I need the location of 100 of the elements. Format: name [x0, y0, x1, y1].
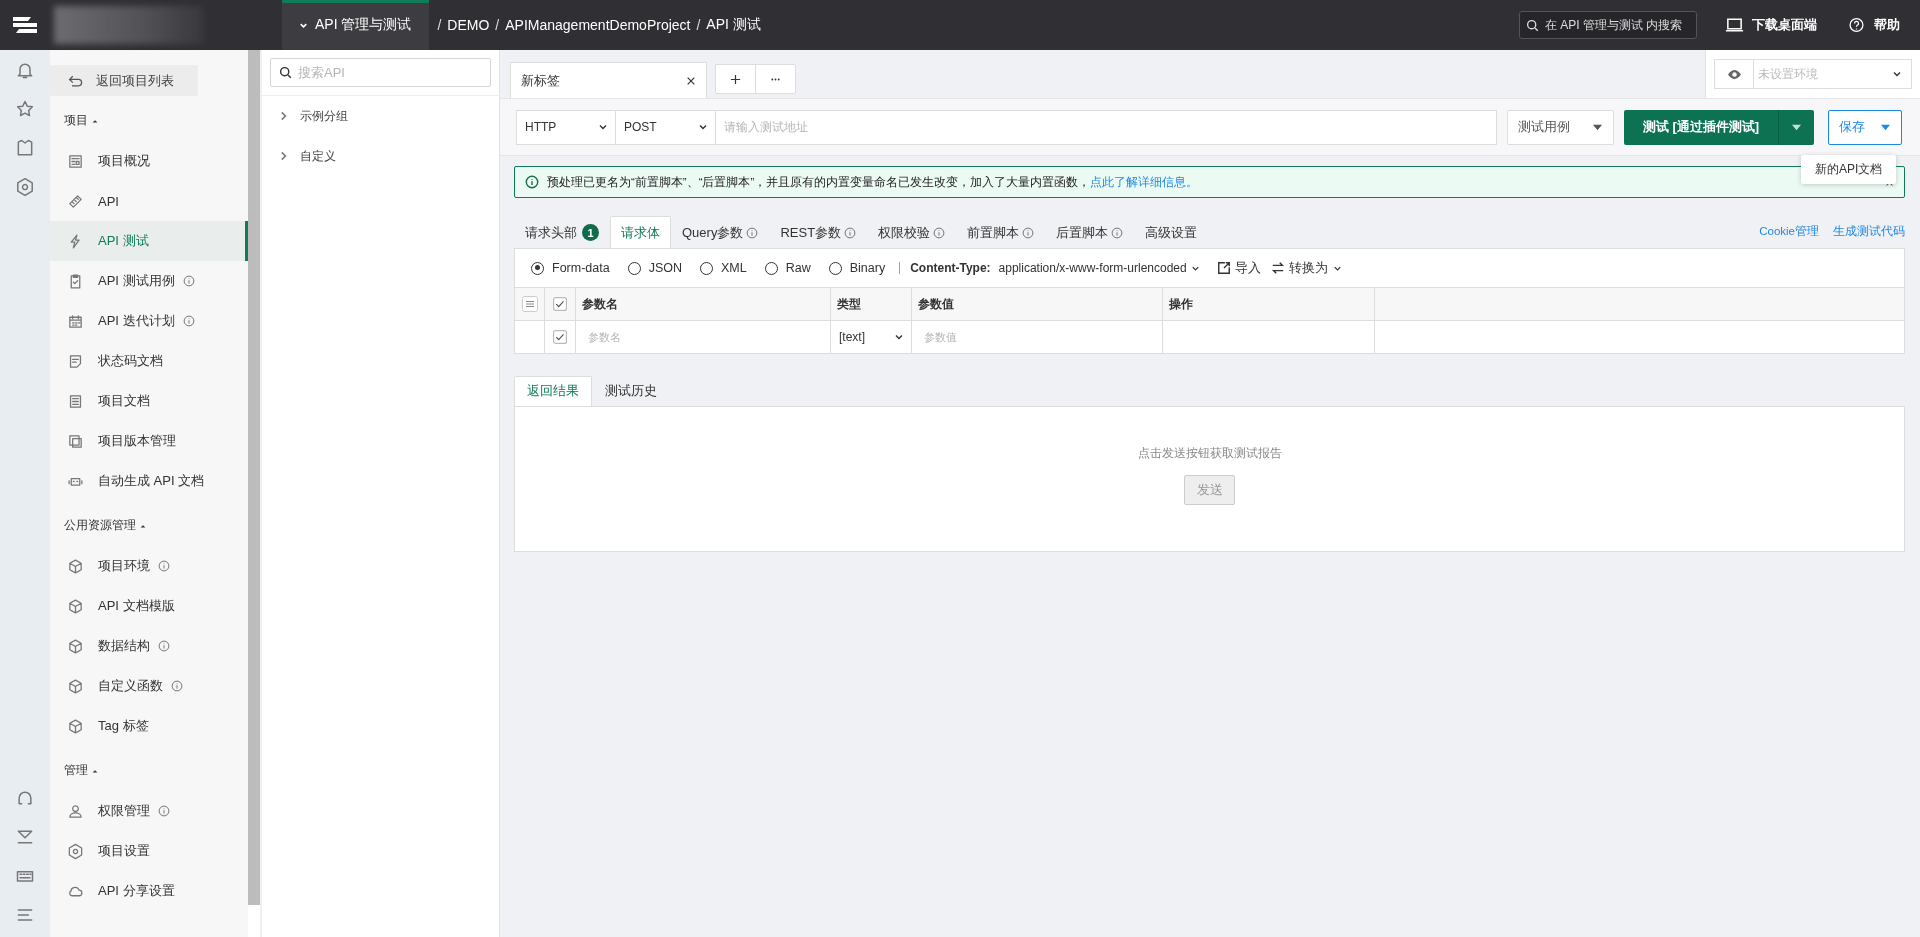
nav-item[interactable]: 项目环境 — [50, 546, 248, 586]
radio-option[interactable]: Raw — [764, 261, 811, 275]
import-icon — [1216, 261, 1231, 275]
cube-icon — [67, 597, 84, 615]
import-link[interactable]: 导入 — [1216, 259, 1261, 277]
column-header: 类型 — [831, 288, 912, 321]
nav-item[interactable]: API — [50, 181, 248, 221]
request-tab[interactable]: 前置脚本 — [956, 216, 1046, 248]
result-tab[interactable]: 返回结果 — [514, 376, 592, 406]
bell-icon — [15, 60, 35, 80]
swap-icon — [1270, 261, 1285, 275]
nav-item[interactable]: 权限管理 — [50, 791, 248, 831]
column-header: 操作 — [1163, 288, 1375, 321]
nav-item[interactable]: API 测试 — [50, 221, 248, 261]
nav-item[interactable]: API 迭代计划 — [50, 301, 248, 341]
eye-icon — [1726, 68, 1742, 80]
nav-item[interactable]: 项目概况 — [50, 141, 248, 181]
column-header: 参数值 — [912, 288, 1163, 321]
search-input[interactable]: 在 API 管理与测试 内搜索 — [1543, 17, 1697, 33]
return-arrow-icon — [68, 73, 84, 88]
radio-option[interactable]: Form-data — [531, 261, 610, 275]
empty-message: 点击发送按钮获取测试报告 — [1137, 445, 1282, 462]
type-select[interactable]: [text] — [831, 330, 911, 344]
caret-icon — [1592, 122, 1603, 132]
request-tab[interactable]: REST参数 — [769, 216, 868, 248]
dropdown-button[interactable] — [1778, 109, 1814, 145]
request-tab[interactable]: Query参数 — [671, 216, 770, 248]
result-tab[interactable]: 测试历史 — [592, 376, 670, 406]
checkbox[interactable] — [553, 330, 567, 344]
request-tab[interactable]: 高级设置 — [1134, 216, 1209, 248]
nav-item[interactable]: 数据结构 — [50, 626, 248, 666]
request-tab[interactable]: 后置脚本 — [1045, 216, 1135, 248]
nav-item[interactable]: API 分享设置 — [50, 871, 248, 911]
cube-icon — [67, 637, 84, 655]
method-select[interactable]: POST — [616, 109, 716, 145]
request-tab[interactable]: 请求体 — [610, 216, 671, 248]
shirt-icon — [15, 138, 35, 158]
radio-option[interactable]: Binary — [828, 261, 886, 275]
tree-group[interactable]: 自定义 — [262, 136, 499, 176]
back-button[interactable]: 返回项目列表 — [50, 65, 198, 96]
breadcrumb-separator: / — [437, 17, 442, 33]
nav-item[interactable]: Tag 标签 — [50, 706, 248, 746]
calendar-icon — [67, 312, 84, 330]
nav-item[interactable]: 项目设置 — [50, 831, 248, 871]
param-value-field[interactable]: 参数值 — [912, 331, 1162, 343]
param-name-field[interactable]: 参数名 — [576, 331, 830, 343]
nav-item[interactable]: 自定义函数 — [50, 666, 248, 706]
breadcrumb-link[interactable]: API 测试 — [706, 16, 761, 34]
protocol-select[interactable]: HTTP — [516, 109, 616, 145]
editor-tab[interactable]: 新标签 — [510, 62, 707, 98]
help-icon — [1847, 17, 1866, 33]
scrollbar[interactable] — [248, 50, 260, 905]
monitor-icon — [1725, 17, 1744, 33]
dashboard-icon — [67, 152, 84, 170]
breadcrumb-link[interactable]: DEMO — [447, 17, 490, 33]
section-title: 管理 — [64, 762, 88, 779]
radio-option[interactable]: JSON — [627, 261, 682, 275]
count-badge: 1 — [582, 224, 599, 241]
details-link[interactable]: 点此了解详细信息。 — [1090, 175, 1199, 188]
info-icon — [525, 175, 539, 189]
save-button[interactable]: 保存 — [1828, 109, 1902, 145]
tree-group[interactable]: 示例分组 — [262, 96, 499, 136]
test-button[interactable]: 测试 [通过插件测试] — [1624, 109, 1778, 145]
column-menu-icon[interactable] — [521, 296, 538, 312]
nav-item[interactable]: 自动生成 API 文档 — [50, 461, 248, 501]
checkbox[interactable] — [553, 297, 567, 311]
copies-icon — [67, 432, 84, 450]
download-link[interactable]: 下载桌面端 — [1725, 16, 1817, 34]
nav-item[interactable]: 项目文档 — [50, 381, 248, 421]
help-link[interactable]: 帮助 — [1847, 16, 1900, 34]
search-icon — [279, 66, 292, 79]
request-tab[interactable]: 请求头部 1 — [514, 216, 610, 248]
caret-icon — [1880, 122, 1891, 132]
test-case-button[interactable]: 测试用例 — [1507, 109, 1614, 145]
search-field[interactable]: 在 API 管理与测试 内搜索 — [1519, 11, 1697, 39]
plus-icon — [730, 73, 741, 85]
caret-icon — [1791, 122, 1802, 132]
ruler-icon — [67, 192, 84, 210]
breadcrumb-link[interactable]: APIManagementDemoProject — [505, 17, 691, 33]
convert-menu[interactable]: 转换为 — [1270, 259, 1343, 277]
content-type-select[interactable]: application/x-www-form-urlencoded — [998, 261, 1201, 275]
settings-icon — [15, 177, 35, 197]
close-icon[interactable] — [686, 75, 696, 86]
search-icon — [1526, 18, 1539, 32]
breadcrumb-separator: / — [495, 17, 500, 33]
url-field[interactable]: 请输入测试地址 — [716, 109, 1497, 145]
nav-item[interactable]: 状态码文档 — [50, 341, 248, 381]
nav-item[interactable]: 项目版本管理 — [50, 421, 248, 461]
request-tab[interactable]: 权限校验 — [867, 216, 957, 248]
module-menu[interactable]: API 管理与测试 — [282, 0, 430, 50]
nav-item[interactable]: API 文档模版 — [50, 586, 248, 626]
nav-item[interactable]: API 测试用例 — [50, 261, 248, 301]
document-icon — [67, 392, 84, 410]
user-icon — [67, 802, 84, 820]
star-icon — [15, 99, 35, 119]
search-input[interactable]: 搜索API — [296, 64, 482, 81]
settings-icon — [67, 842, 84, 860]
menu-item[interactable]: 新的API文档 — [1801, 154, 1897, 184]
content-type-label: Content-Type: — [910, 261, 991, 275]
radio-option[interactable]: XML — [700, 261, 747, 275]
